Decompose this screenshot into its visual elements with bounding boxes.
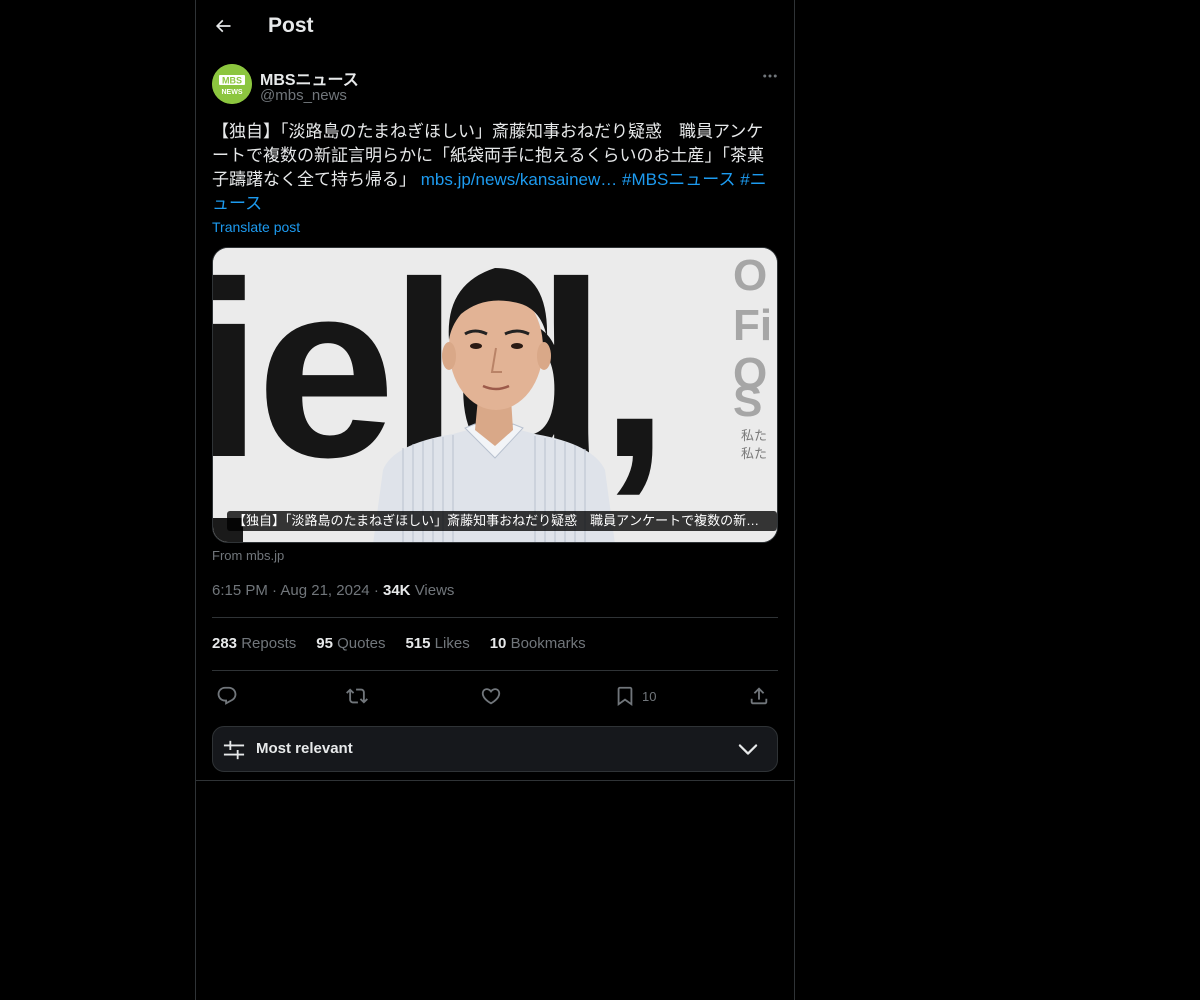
svg-text:Fi: Fi bbox=[733, 301, 772, 350]
share-button[interactable] bbox=[748, 682, 770, 710]
post-date[interactable]: Aug 21, 2024 bbox=[280, 582, 369, 599]
divider bbox=[212, 617, 778, 618]
avatar[interactable]: MBS NEWS bbox=[212, 64, 252, 104]
likes-count: 515 bbox=[405, 635, 431, 652]
bookmark-count: 10 bbox=[642, 688, 657, 704]
bookmark-button[interactable]: 10 bbox=[614, 682, 656, 710]
quotes-stat[interactable]: 95 Quotes bbox=[316, 635, 385, 652]
views-count: 34K bbox=[382, 582, 411, 599]
video-thumbnail: ield, O Fi O S 私た 私た bbox=[213, 248, 777, 542]
repost-button[interactable] bbox=[346, 682, 368, 710]
likes-label: Likes bbox=[434, 635, 470, 652]
divider bbox=[212, 670, 778, 671]
svg-text:O: O bbox=[733, 251, 767, 300]
bookmarks-stat[interactable]: 10 Bookmarks bbox=[490, 635, 586, 652]
bookmark-icon bbox=[617, 686, 633, 707]
reposts-count: 283 bbox=[212, 635, 238, 652]
post-text: 【独自】「淡路島のたまねぎほしい」斎藤知事おねだり疑惑 職員アンケートで複数の新… bbox=[212, 120, 778, 216]
post-actions-bar: 10 bbox=[212, 682, 778, 710]
bookmarks-count: 10 bbox=[489, 635, 507, 652]
like-button[interactable] bbox=[480, 682, 502, 710]
meta-separator: · bbox=[373, 582, 383, 599]
page-title: Post bbox=[268, 14, 314, 37]
reply-button[interactable] bbox=[216, 682, 238, 710]
author-handle[interactable]: @mbs_news bbox=[260, 87, 347, 104]
post-header: Post bbox=[196, 0, 794, 55]
reposts-stat[interactable]: 283 Reposts bbox=[212, 635, 296, 652]
sliders-icon bbox=[223, 740, 245, 760]
mbs-news-logo: MBS NEWS bbox=[212, 64, 252, 104]
quotes-label: Quotes bbox=[337, 635, 386, 652]
quotes-count: 95 bbox=[316, 635, 333, 652]
chevron-down-icon bbox=[738, 744, 758, 755]
post-author: MBS NEWS MBSニュース @mbs_news bbox=[212, 64, 778, 108]
reply-icon bbox=[217, 686, 237, 705]
more-horizontal-icon bbox=[763, 74, 777, 78]
likes-stat[interactable]: 515 Likes bbox=[405, 635, 469, 652]
engagement-stats: 283 Reposts 95 Quotes 515 Likes 10 Bookm… bbox=[212, 635, 586, 652]
post-meta: 6:15 PM · Aug 21, 2024 · 34K Views bbox=[212, 582, 454, 599]
share-icon bbox=[750, 687, 768, 705]
back-button[interactable] bbox=[210, 12, 236, 40]
post-media-card[interactable]: ield, O Fi O S 私た 私た 【独自】「淡路島のたまねぎほしい」斎藤… bbox=[212, 247, 778, 543]
post-column: Post MBS NEWS MBSニュース @mbs_news 【独自】「淡路島… bbox=[195, 0, 795, 1000]
reposts-label: Reposts bbox=[241, 635, 297, 652]
views-label: Views bbox=[414, 582, 455, 599]
svg-text:NEWS: NEWS bbox=[222, 89, 243, 96]
sort-label: Most relevant bbox=[256, 740, 353, 757]
media-source[interactable]: From mbs.jp bbox=[212, 548, 284, 563]
arrow-left-icon bbox=[215, 19, 231, 33]
translate-post-link[interactable]: Translate post bbox=[212, 219, 300, 235]
more-options-button[interactable] bbox=[758, 66, 782, 86]
svg-text:私た: 私た bbox=[741, 447, 767, 462]
divider bbox=[196, 780, 794, 781]
sort-replies-dropdown[interactable]: Most relevant bbox=[212, 726, 778, 772]
svg-text:S: S bbox=[733, 377, 762, 426]
post-link[interactable]: mbs.jp/news/kansainew… bbox=[421, 170, 618, 189]
repost-icon bbox=[346, 688, 368, 704]
svg-text:私た: 私た bbox=[741, 429, 767, 444]
heart-icon bbox=[481, 688, 501, 705]
post-time[interactable]: 6:15 PM bbox=[212, 582, 268, 599]
hashtag-mbs-news[interactable]: #MBSニュース bbox=[622, 170, 735, 189]
bookmarks-label: Bookmarks bbox=[510, 635, 586, 652]
video-caption: 【独自】「淡路島のたまねぎほしい」斎藤知事おねだり疑惑 職員アンケートで複数の新… bbox=[227, 511, 777, 531]
svg-text:MBS: MBS bbox=[222, 76, 242, 86]
